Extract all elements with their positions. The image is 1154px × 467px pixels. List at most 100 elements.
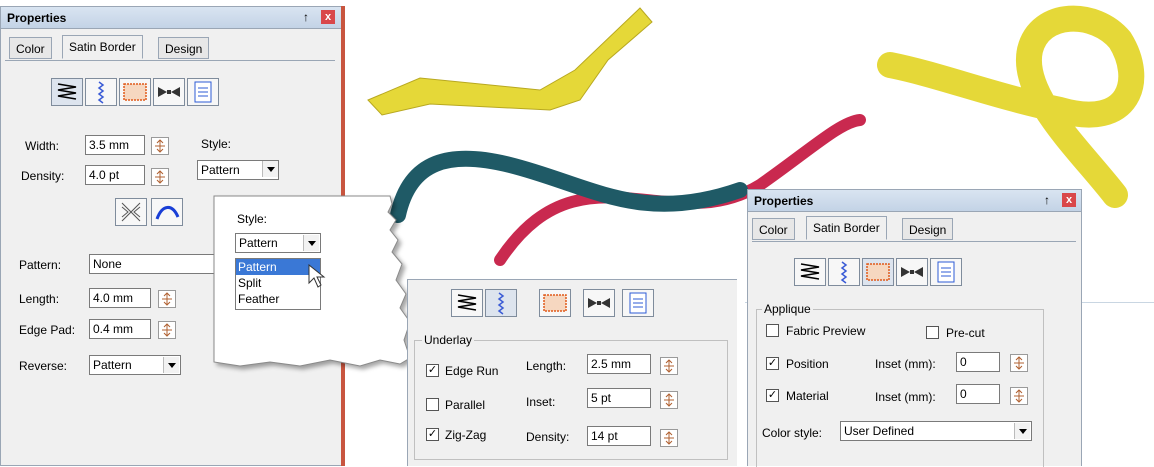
length-spinner[interactable] (158, 290, 176, 308)
check-mark-icon: ✓ (767, 357, 778, 369)
crossing-icon (121, 202, 141, 222)
satin-zigzag-icon (57, 83, 77, 100)
close-icon[interactable]: x (1062, 193, 1076, 207)
parallel-label: Parallel (445, 398, 486, 412)
underlay-button[interactable] (85, 78, 117, 106)
popup-style-combo[interactable]: Pattern (235, 233, 321, 253)
position-checkbox[interactable]: ✓ (766, 357, 779, 370)
underlay-icon (497, 292, 505, 315)
chevron-down-icon (303, 235, 319, 251)
pin-icon[interactable]: ↑ (1044, 193, 1050, 207)
pin-icon[interactable]: ↑ (303, 10, 309, 24)
applique-icon (123, 83, 147, 101)
underlay-panel: Underlay ✓ Edge Run Parallel ✓ Zig-Zag L… (407, 279, 737, 466)
spinner-icon (1014, 389, 1024, 403)
bowtie-button[interactable] (583, 289, 615, 317)
spinner-icon (155, 170, 165, 184)
spinner-icon (162, 323, 172, 337)
bowtie-icon (588, 298, 610, 308)
left-tabstrip: Color Satin Border Design (5, 35, 335, 61)
edgepad-spinner[interactable] (158, 321, 176, 339)
applique-icon (543, 294, 567, 312)
left-panel-title: Properties (7, 11, 67, 25)
width-label: Width: (25, 139, 60, 153)
satin-fill-button[interactable] (794, 258, 826, 286)
material-label: Material (786, 389, 829, 403)
color-style-combo[interactable]: User Defined (840, 421, 1032, 441)
underlay-group-label: Underlay (422, 333, 475, 347)
underlay-inset-field[interactable]: 5 pt (587, 388, 651, 408)
document-button[interactable] (187, 78, 219, 106)
pattern-label: Pattern: (19, 258, 62, 272)
document-button[interactable] (622, 289, 654, 317)
chevron-down-icon (163, 357, 179, 373)
style-option-feather[interactable]: Feather (236, 291, 320, 307)
position-label: Position (786, 357, 829, 371)
popup-style-label: Style: (237, 212, 268, 226)
tab-design[interactable]: Design (158, 37, 210, 59)
zigzag-checkbox[interactable]: ✓ (426, 428, 439, 441)
satin-zigzag-icon (800, 263, 820, 280)
bowtie-icon (158, 87, 180, 97)
color-style-label: Color style: (762, 426, 823, 440)
underlay-inset-label: Inset: (526, 395, 556, 409)
inset-material-field[interactable]: 0 (956, 384, 1000, 404)
inset-position-label: Inset (mm): (875, 357, 936, 371)
parallel-checkbox[interactable] (426, 398, 439, 411)
crossing-button[interactable] (115, 198, 147, 226)
density-label: Density: (21, 169, 65, 183)
precut-checkbox[interactable] (926, 326, 939, 339)
satin-fill-button[interactable] (451, 289, 483, 317)
edgepad-field[interactable]: 0.4 mm (89, 319, 151, 339)
tab-satin-border[interactable]: Satin Border (806, 216, 887, 240)
applique-button[interactable] (539, 289, 571, 317)
satin-zigzag-icon (457, 294, 477, 311)
underlay-button[interactable] (485, 289, 517, 317)
spinner-icon (664, 359, 674, 373)
popup-style-value: Pattern (239, 236, 278, 250)
underlay-button[interactable] (828, 258, 860, 286)
tab-color[interactable]: Color (9, 37, 52, 59)
underlay-density-spinner[interactable] (660, 429, 678, 447)
fabric-preview-checkbox[interactable] (766, 324, 779, 337)
curve-icon (155, 206, 180, 220)
bowtie-icon (901, 267, 923, 277)
document-button[interactable] (930, 258, 962, 286)
length-label: Length: (19, 292, 60, 306)
underlay-inset-spinner[interactable] (660, 391, 678, 409)
underlay-icon (97, 81, 105, 104)
satin-fill-button[interactable] (51, 78, 83, 106)
underlay-length-field[interactable]: 2.5 mm (587, 354, 651, 374)
check-mark-icon: ✓ (427, 364, 438, 376)
color-style-value: User Defined (844, 424, 915, 438)
applique-button[interactable] (862, 258, 894, 286)
material-checkbox[interactable]: ✓ (766, 389, 779, 402)
bowtie-button[interactable] (153, 78, 185, 106)
inset-position-field[interactable]: 0 (956, 352, 1000, 372)
underlay-length-spinner[interactable] (660, 357, 678, 375)
length-field[interactable]: 4.0 mm (89, 288, 151, 308)
reverse-value: Pattern (93, 358, 132, 372)
pattern-field[interactable]: None (89, 254, 229, 274)
tab-satin-border[interactable]: Satin Border (62, 35, 143, 59)
document-icon (937, 261, 955, 283)
width-spinner[interactable] (151, 137, 169, 155)
density-field[interactable]: 4.0 pt (85, 165, 145, 185)
style-combo-arrow[interactable] (259, 160, 279, 180)
width-field[interactable]: 3.5 mm (85, 135, 145, 155)
document-icon (629, 292, 647, 314)
inset-position-spinner[interactable] (1010, 354, 1028, 372)
tab-design[interactable]: Design (902, 218, 954, 240)
edge-run-checkbox[interactable]: ✓ (426, 364, 439, 377)
close-icon[interactable]: x (321, 10, 335, 24)
chevron-down-icon (1014, 423, 1030, 439)
bowtie-button[interactable] (896, 258, 928, 286)
reverse-combo[interactable]: Pattern (89, 355, 181, 375)
density-spinner[interactable] (151, 168, 169, 186)
applique-button[interactable] (119, 78, 151, 106)
tab-color[interactable]: Color (752, 218, 795, 240)
curve-button[interactable] (151, 198, 183, 226)
document-icon (194, 81, 212, 103)
underlay-density-field[interactable]: 14 pt (587, 426, 651, 446)
inset-material-spinner[interactable] (1010, 387, 1028, 405)
